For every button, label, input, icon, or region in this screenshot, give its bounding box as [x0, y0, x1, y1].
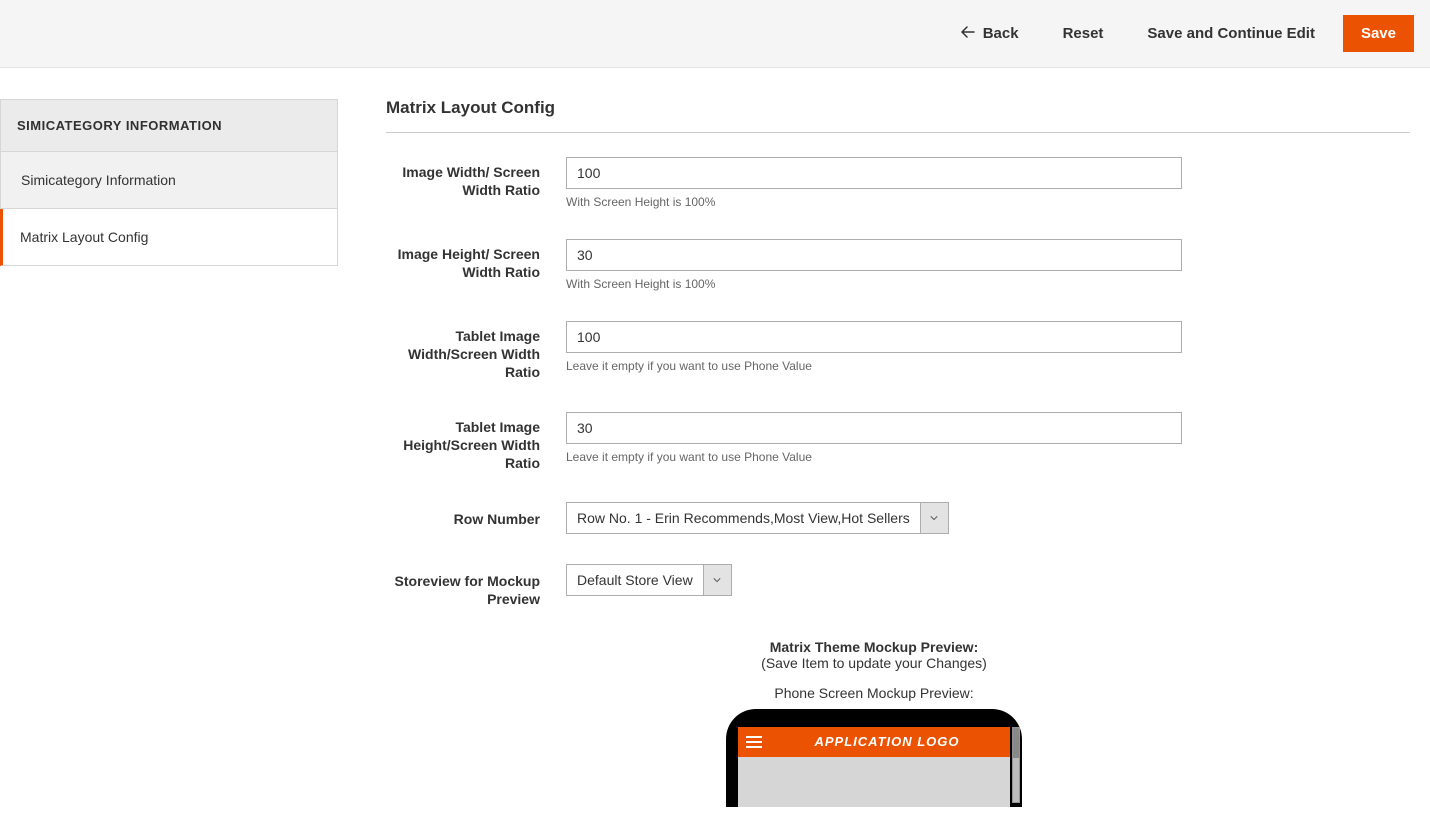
hamburger-icon — [746, 736, 762, 748]
tablet-height-input[interactable] — [566, 412, 1182, 444]
field-note: With Screen Height is 100% — [566, 195, 1386, 209]
mock-scrollbar — [1012, 727, 1020, 803]
sidebar: SIMICATEGORY INFORMATION Simicategory In… — [0, 99, 338, 837]
mock-scrollbar-thumb — [1013, 728, 1019, 758]
reset-button[interactable]: Reset — [1047, 15, 1120, 52]
image-height-input[interactable] — [566, 239, 1182, 271]
field-label: Image Width/ Screen Width Ratio — [386, 157, 566, 209]
sidebar-item-matrix-layout[interactable]: Matrix Layout Config — [0, 209, 338, 266]
preview-phone-label: Phone Screen Mockup Preview: — [566, 685, 1182, 701]
field-note: Leave it empty if you want to use Phone … — [566, 450, 1386, 464]
field-image-width: Image Width/ Screen Width Ratio With Scr… — [386, 157, 1410, 209]
field-image-height: Image Height/ Screen Width Ratio With Sc… — [386, 239, 1410, 291]
field-label: Storeview for Mockup Preview — [386, 564, 566, 608]
preview-section: Matrix Theme Mockup Preview: (Save Item … — [566, 639, 1182, 807]
field-label: Image Height/ Screen Width Ratio — [386, 239, 566, 291]
mock-app-header: APPLICATION LOGO — [738, 727, 1010, 757]
storeview-select[interactable]: Default Store View — [566, 564, 732, 596]
sidebar-item-label: Matrix Layout Config — [20, 229, 148, 245]
phone-mockup: APPLICATION LOGO — [726, 709, 1022, 807]
chevron-down-icon — [703, 565, 731, 595]
phone-screen: APPLICATION LOGO — [738, 727, 1010, 807]
field-note: With Screen Height is 100% — [566, 277, 1386, 291]
main-content: Matrix Layout Config Image Width/ Screen… — [338, 68, 1430, 837]
field-storeview: Storeview for Mockup Preview Default Sto… — [386, 564, 1410, 608]
tablet-width-input[interactable] — [566, 321, 1182, 353]
row-number-select[interactable]: Row No. 1 - Erin Recommends,Most View,Ho… — [566, 502, 949, 534]
arrow-left-icon — [961, 25, 975, 42]
select-value: Row No. 1 - Erin Recommends,Most View,Ho… — [567, 503, 920, 533]
section-title: Matrix Layout Config — [386, 98, 1410, 133]
back-button[interactable]: Back — [945, 15, 1035, 52]
mock-app-logo: APPLICATION LOGO — [772, 734, 1002, 749]
field-row-number: Row Number Row No. 1 - Erin Recommends,M… — [386, 502, 1410, 534]
field-label: Tablet Image Width/Screen Width Ratio — [386, 321, 566, 382]
sidebar-item-label: Simicategory Information — [21, 172, 176, 188]
save-continue-button[interactable]: Save and Continue Edit — [1131, 15, 1331, 52]
field-note: Leave it empty if you want to use Phone … — [566, 359, 1386, 373]
image-width-input[interactable] — [566, 157, 1182, 189]
save-button[interactable]: Save — [1343, 15, 1414, 52]
chevron-down-icon — [920, 503, 948, 533]
field-label: Row Number — [386, 502, 566, 534]
preview-title: Matrix Theme Mockup Preview: — [566, 639, 1182, 655]
field-label: Tablet Image Height/Screen Width Ratio — [386, 412, 566, 473]
topbar: Back Reset Save and Continue Edit Save — [0, 0, 1430, 68]
back-label: Back — [983, 25, 1019, 42]
preview-subtitle: (Save Item to update your Changes) — [566, 655, 1182, 671]
field-tablet-width: Tablet Image Width/Screen Width Ratio Le… — [386, 321, 1410, 382]
sidebar-item-simicategory-info[interactable]: Simicategory Information — [0, 152, 338, 209]
field-tablet-height: Tablet Image Height/Screen Width Ratio L… — [386, 412, 1410, 473]
sidebar-title: SIMICATEGORY INFORMATION — [0, 99, 338, 152]
select-value: Default Store View — [567, 565, 703, 595]
